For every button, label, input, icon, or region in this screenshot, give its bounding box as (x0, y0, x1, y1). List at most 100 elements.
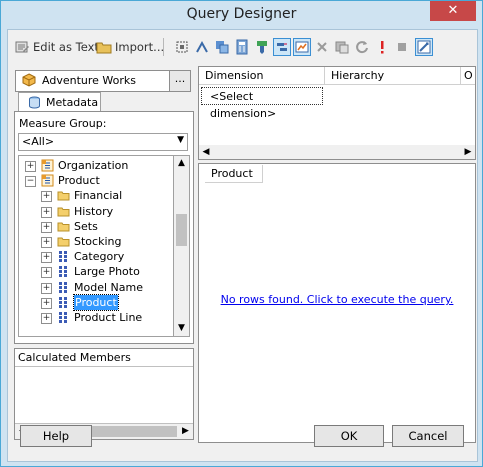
results-pane: Product No rows found. Click to execute … (198, 163, 476, 443)
attribute-icon (59, 281, 67, 293)
tree-item[interactable]: − Product (19, 173, 174, 188)
cancel-query-icon[interactable] (394, 39, 410, 55)
show-hierarchy-icon[interactable] (194, 39, 210, 55)
attribute-icon (59, 251, 67, 263)
tree-item[interactable]: + Large Photo (19, 264, 174, 279)
edit-as-text-button[interactable]: Edit as Text (14, 37, 99, 57)
expand-toggle[interactable]: + (41, 191, 52, 203)
scroll-left-icon[interactable]: ◀ (199, 145, 213, 159)
ok-button[interactable]: OK (314, 425, 384, 447)
filter-grid: Dimension Hierarchy O <Select dimension>… (198, 66, 476, 160)
column-header-dimension[interactable]: Dimension (199, 67, 325, 85)
calculator-icon[interactable] (234, 39, 250, 55)
chevron-down-icon: ▼ (177, 135, 184, 145)
tree-item-label: Category (74, 250, 125, 264)
tree-item[interactable]: + Stocking (19, 234, 174, 249)
tab-metadata[interactable]: Metadata (18, 92, 101, 113)
cube-selector[interactable]: Adventure Works (15, 70, 191, 92)
filter-grid-hscrollbar[interactable]: ◀ ▶ (199, 145, 475, 159)
dialog-client-area: Edit as Text Import... Adventure Works .… (7, 29, 478, 462)
open-folder-icon (96, 42, 112, 54)
tree-vertical-scrollbar[interactable]: ▲ ▼ (173, 155, 190, 337)
tree-item-label: Organization (58, 159, 129, 172)
attribute-icon (59, 296, 67, 308)
tree-item[interactable]: + Category (19, 249, 174, 264)
tree-item-label: Product (73, 293, 119, 311)
prepare-query-icon[interactable] (334, 39, 350, 55)
expand-toggle[interactable]: + (41, 297, 52, 309)
cube-icon (22, 73, 36, 87)
tree-item-label: History (74, 204, 114, 218)
divider (15, 366, 193, 367)
column-header-product[interactable]: Product (205, 165, 263, 183)
tree-item-label: Product Line (74, 311, 143, 324)
scroll-up-icon[interactable]: ▲ (174, 156, 189, 171)
show-empty-cells-icon[interactable] (273, 38, 291, 56)
tree-item[interactable]: + Sets (19, 219, 174, 234)
query-designer-window: Query Designer ✕ Edit as Text Import... (0, 0, 483, 467)
measure-group-select[interactable]: <All> ▼ (18, 133, 188, 151)
execute-query-link[interactable]: No rows found. Click to execute the quer… (199, 293, 475, 306)
tree-item-label: Financial (74, 189, 123, 203)
auto-execute-icon[interactable] (293, 38, 311, 56)
filter-icon[interactable] (254, 39, 270, 55)
toolbar-separator (163, 38, 164, 56)
cancel-button[interactable]: Cancel (392, 425, 464, 447)
expand-toggle[interactable]: + (41, 282, 52, 294)
scroll-right-icon[interactable]: ▶ (461, 145, 475, 159)
title-bar[interactable]: Query Designer ✕ (1, 1, 482, 29)
window-title: Query Designer (186, 6, 297, 22)
cube-list-icon[interactable] (214, 39, 230, 55)
column-header-hierarchy[interactable]: Hierarchy (325, 67, 461, 85)
tree-item[interactable]: + Product (19, 293, 174, 311)
folder-icon (57, 207, 70, 217)
expand-toggle[interactable]: − (25, 176, 36, 188)
cube-name: Adventure Works (42, 74, 136, 87)
tree-item-label: Sets (74, 219, 98, 233)
scroll-down-icon[interactable]: ▼ (174, 321, 189, 336)
close-button[interactable]: ✕ (430, 1, 476, 21)
folder-icon (57, 222, 70, 232)
hierarchy-icon (41, 174, 54, 187)
execute-icon[interactable] (374, 39, 390, 55)
attribute-icon (59, 312, 67, 323)
browse-cube-button[interactable]: ... (169, 70, 191, 92)
tree-item-label: Product (58, 174, 100, 188)
metadata-tree: + Organization − Product + Financial + History +… (18, 155, 174, 337)
toolbar: Edit as Text Import... (8, 34, 477, 60)
edit-as-text-label: Edit as Text (33, 40, 99, 54)
tree-item[interactable]: + Organization (19, 158, 174, 173)
column-header-operator[interactable]: O (461, 67, 475, 85)
design-mode-icon[interactable] (415, 38, 433, 56)
folder-icon (57, 237, 70, 247)
expand-toggle[interactable]: + (41, 313, 52, 324)
tree-item-label: Stocking (74, 235, 122, 248)
expand-toggle[interactable]: + (41, 267, 52, 279)
import-label: Import... (115, 40, 165, 54)
expand-toggle[interactable]: + (41, 206, 52, 218)
select-dimension-cell[interactable]: <Select dimension> (201, 87, 323, 120)
help-button[interactable]: Help (20, 425, 92, 447)
tree-item[interactable]: + History (19, 204, 174, 219)
tree-item[interactable]: + Model Name (19, 280, 174, 295)
measure-group-label: Measure Group: (19, 117, 107, 130)
tree-item[interactable]: + Financial (19, 188, 174, 203)
scroll-right-icon[interactable]: ▶ (178, 424, 193, 439)
tab-metadata-label: Metadata (46, 96, 99, 109)
refresh-icon[interactable] (354, 39, 370, 55)
tree-item[interactable]: + Product Line (19, 310, 174, 325)
hierarchy-icon (41, 159, 54, 172)
import-button[interactable]: Import... (96, 37, 164, 57)
attribute-icon (59, 266, 67, 278)
expand-toggle[interactable]: + (41, 221, 52, 233)
expand-toggle[interactable]: + (41, 237, 52, 248)
scrollbar-thumb[interactable] (176, 214, 187, 246)
expand-toggle[interactable]: + (25, 161, 36, 172)
folder-icon (57, 191, 70, 201)
add-calculated-member-icon[interactable] (174, 39, 190, 55)
database-icon (29, 96, 40, 109)
tree-item-label: Large Photo (74, 265, 140, 279)
delete-icon[interactable] (314, 39, 330, 55)
calculated-members-label: Calculated Members (18, 351, 131, 364)
expand-toggle[interactable]: + (41, 252, 52, 264)
